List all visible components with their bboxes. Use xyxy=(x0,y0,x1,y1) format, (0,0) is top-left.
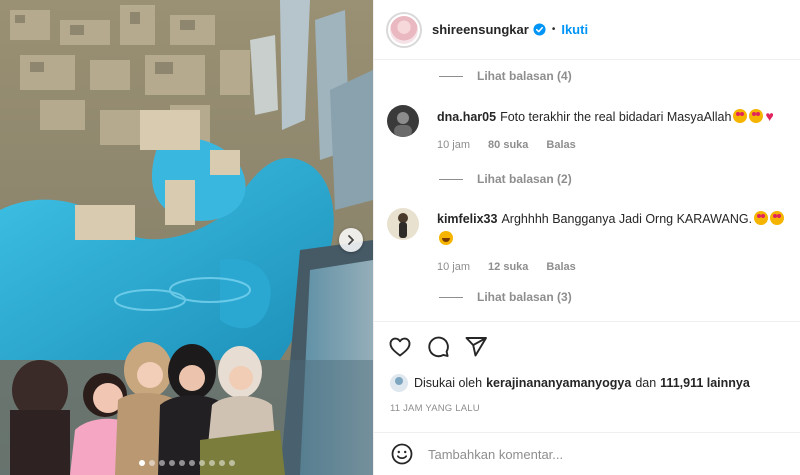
comment-body: kimfelix33 Arghhhh Bangganya Jadi Orng KA… xyxy=(437,209,792,249)
add-comment-bar xyxy=(374,432,800,475)
comments-list: Lihat balasan (4) dna.har05 Foto terakhir… xyxy=(374,60,800,321)
comment-input[interactable] xyxy=(428,446,768,462)
likes-prefix: Disukai oleh xyxy=(414,376,483,390)
view-replies-button[interactable]: Lihat balasan (2) xyxy=(439,172,572,186)
heart-eyes-emoji-icon xyxy=(754,211,769,225)
avatar-image xyxy=(387,105,419,137)
heart-eyes-emoji-icon xyxy=(770,211,785,225)
commenter-avatar[interactable] xyxy=(387,208,419,240)
carousel-dot xyxy=(228,460,235,466)
carousel-dot xyxy=(138,460,145,466)
heart-eyes-emoji-icon xyxy=(733,109,748,123)
header-separator: • xyxy=(551,24,556,35)
commenter-username[interactable]: dna.har05 xyxy=(437,110,496,124)
reply-button[interactable]: Balas xyxy=(546,139,575,151)
comment-text: Foto terakhir the real bidadari MasyaAll… xyxy=(500,110,732,124)
post-actions xyxy=(374,321,800,371)
comment-time: 10 jam xyxy=(437,139,471,151)
comment-bubble-icon[interactable] xyxy=(426,335,450,359)
heart-eyes-emoji-icon xyxy=(749,109,764,123)
divider-line xyxy=(439,178,463,180)
view-replies-button[interactable]: Lihat balasan (4) xyxy=(439,69,572,83)
author-avatar[interactable] xyxy=(386,11,422,48)
reply-button[interactable]: Balas xyxy=(546,261,575,273)
likes-conj: dan xyxy=(635,376,657,390)
follow-button[interactable]: Ikuti xyxy=(561,22,588,37)
comment-likes[interactable]: 12 suka xyxy=(488,261,528,273)
comment-text: Arghhhh Bangganya Jadi Orng KARAWANG. xyxy=(501,212,753,226)
divider-line xyxy=(439,75,463,77)
avatar-image xyxy=(387,208,419,240)
chevron-right-icon xyxy=(348,235,354,245)
comment-meta: 10 jam 12 suka Balas xyxy=(437,261,576,273)
verified-badge-icon xyxy=(533,23,546,36)
carousel-dot xyxy=(208,460,215,466)
view-replies-label: Lihat balasan (3) xyxy=(477,290,572,304)
comment-meta: 10 jam 80 suka Balas xyxy=(437,139,576,151)
dubai-aerial-photo xyxy=(0,0,373,475)
comment-body: dna.har05 Foto terakhir the real bidadari… xyxy=(437,106,792,127)
post-header: shireensungkar • Ikuti xyxy=(374,0,800,60)
carousel-dot xyxy=(178,460,185,466)
carousel-dot xyxy=(158,460,165,466)
likes-count[interactable]: 111,911 lainnya xyxy=(660,376,750,390)
smiley-icon[interactable] xyxy=(390,442,414,466)
red-heart-emoji-icon: ♥ xyxy=(765,108,774,124)
divider-line xyxy=(439,296,463,298)
liker-avatar[interactable] xyxy=(390,374,408,392)
carousel-dot xyxy=(168,460,175,466)
commenter-username[interactable]: kimfelix33 xyxy=(437,212,497,226)
view-replies-button[interactable]: Lihat balasan (3) xyxy=(439,290,572,304)
post-detail-panel: shireensungkar • Ikuti Lihat balasan (4)… xyxy=(373,0,800,475)
view-replies-label: Lihat balasan (2) xyxy=(477,172,572,186)
carousel-dot xyxy=(148,460,155,466)
carousel-dot xyxy=(188,460,195,466)
likes-summary: Disukai oleh kerajinananyamanyogya dan 1… xyxy=(390,374,754,392)
carousel-dot xyxy=(218,460,225,466)
heart-outline-icon[interactable] xyxy=(388,335,412,359)
carousel-indicator xyxy=(0,460,373,466)
comment-time: 10 jam xyxy=(437,261,471,273)
view-replies-label: Lihat balasan (4) xyxy=(477,69,572,83)
post-timestamp[interactable]: 11 JAM YANG LALU xyxy=(390,403,480,414)
comment-item: kimfelix33 Arghhhh Bangganya Jadi Orng KA… xyxy=(387,208,797,298)
liker-username[interactable]: kerajinananyamanyogya xyxy=(486,376,631,390)
next-photo-button[interactable] xyxy=(339,228,363,252)
laughing-emoji-icon xyxy=(439,231,453,245)
comment-likes[interactable]: 80 suka xyxy=(488,139,528,151)
paper-plane-icon[interactable] xyxy=(464,335,488,359)
commenter-avatar[interactable] xyxy=(387,105,419,137)
post-photo[interactable] xyxy=(0,0,373,475)
carousel-dot xyxy=(198,460,205,466)
author-username[interactable]: shireensungkar xyxy=(432,22,529,37)
